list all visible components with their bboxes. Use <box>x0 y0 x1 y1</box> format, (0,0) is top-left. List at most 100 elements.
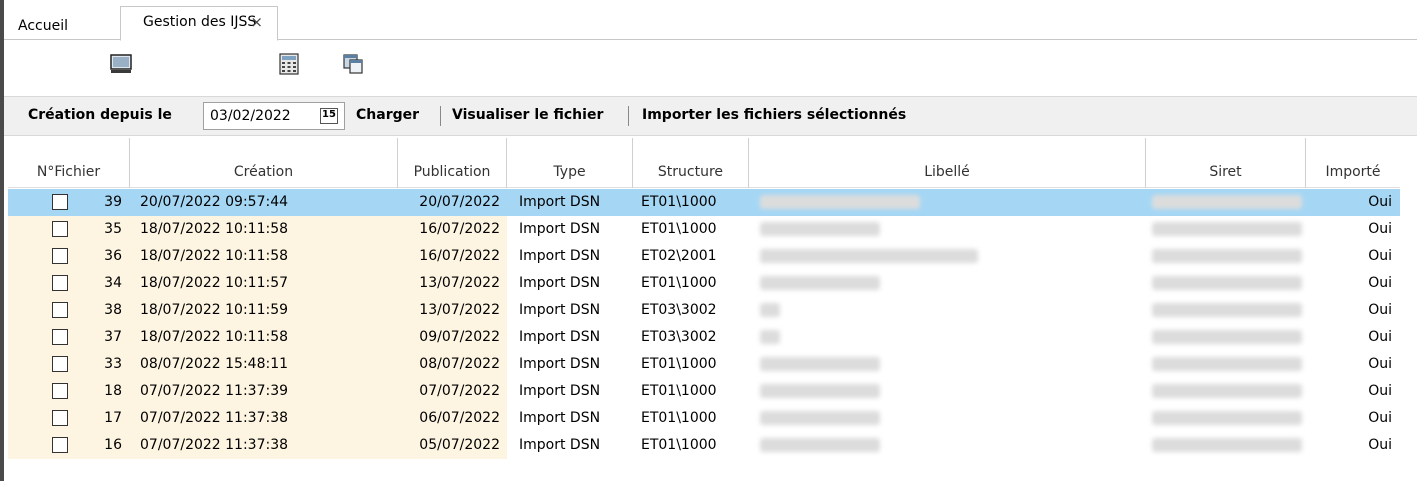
tab-gestion-ijss[interactable]: Gestion des IJSS × <box>120 6 278 41</box>
cell-publication: 16/07/2022 <box>419 248 500 264</box>
column-header-publication[interactable]: Publication <box>398 138 507 188</box>
cell-numero: 39 <box>104 194 122 210</box>
column-header-structure[interactable]: Structure <box>633 138 749 188</box>
calendar-icon[interactable]: 15 <box>320 108 338 124</box>
cell-publication: 09/07/2022 <box>419 329 500 345</box>
cell-importe: Oui <box>1368 437 1392 453</box>
cell-libelle-redacted <box>760 222 880 236</box>
cell-creation: 07/07/2022 11:37:38 <box>140 410 289 426</box>
table-row[interactable]: 39 20/07/2022 09:57:44 20/07/2022 Import DS… <box>8 189 1400 216</box>
cell-type: Import DSN <box>519 275 601 291</box>
cell-publication: 13/07/2022 <box>419 275 500 291</box>
view-file-button[interactable]: Visualiser le fichier <box>452 107 603 123</box>
cell-structure: ET01\1000 <box>641 383 717 399</box>
column-header-type[interactable]: Type <box>507 138 633 188</box>
cell-numero: 34 <box>104 275 122 291</box>
cell-creation: 18/07/2022 10:11:58 <box>140 329 289 345</box>
toolbar-separator <box>440 106 441 126</box>
filter-bar: Création depuis le 03/02/2022 15 Charger… <box>4 96 1417 136</box>
column-header-creation[interactable]: Création <box>130 138 398 188</box>
windows-icon[interactable] <box>342 53 364 75</box>
cell-importe: Oui <box>1368 194 1392 210</box>
cell-importe: Oui <box>1368 383 1392 399</box>
row-checkbox[interactable] <box>52 302 68 318</box>
creation-date-value: 03/02/2022 <box>210 108 291 124</box>
close-icon[interactable]: × <box>250 7 263 37</box>
cell-importe: Oui <box>1368 302 1392 318</box>
monitor-icon[interactable] <box>110 53 132 75</box>
cell-numero: 17 <box>104 410 122 426</box>
cell-siret-redacted <box>1152 249 1302 263</box>
row-checkbox[interactable] <box>52 329 68 345</box>
cell-publication: 06/07/2022 <box>419 410 500 426</box>
cell-siret-redacted <box>1152 303 1302 317</box>
table-header: N°Fichier Création Publication Type Stru… <box>8 138 1400 188</box>
creation-date-field[interactable]: 03/02/2022 15 <box>203 102 345 130</box>
row-checkbox[interactable] <box>52 248 68 264</box>
row-checkbox[interactable] <box>52 194 68 210</box>
table-row[interactable]: 38 18/07/2022 10:11:59 13/07/2022 Import DS… <box>8 297 1400 324</box>
cell-importe: Oui <box>1368 248 1392 264</box>
cell-libelle-redacted <box>760 249 978 263</box>
cell-libelle-redacted <box>760 438 880 452</box>
table-row[interactable]: 34 18/07/2022 10:11:57 13/07/2022 Import DS… <box>8 270 1400 297</box>
column-header-siret[interactable]: Siret <box>1146 138 1306 188</box>
table-row[interactable]: 33 08/07/2022 15:48:11 08/07/2022 Import DS… <box>8 351 1400 378</box>
cell-importe: Oui <box>1368 221 1392 237</box>
cell-libelle-redacted <box>760 303 780 317</box>
cell-publication: 20/07/2022 <box>419 194 500 210</box>
cell-creation: 20/07/2022 09:57:44 <box>140 194 289 210</box>
cell-structure: ET03\3002 <box>641 302 717 318</box>
cell-importe: Oui <box>1368 356 1392 372</box>
cell-creation: 18/07/2022 10:11:58 <box>140 221 289 237</box>
cell-siret-redacted <box>1152 330 1302 344</box>
cell-creation: 07/07/2022 11:37:38 <box>140 437 289 453</box>
tab-gestion-ijss-label: Gestion des IJSS <box>143 14 257 30</box>
table-row[interactable]: 36 18/07/2022 10:11:58 16/07/2022 Import DS… <box>8 243 1400 270</box>
cell-type: Import DSN <box>519 410 601 426</box>
cell-importe: Oui <box>1368 275 1392 291</box>
table-row[interactable]: 37 18/07/2022 10:11:58 09/07/2022 Import DS… <box>8 324 1400 351</box>
cell-libelle-redacted <box>760 330 780 344</box>
table-row[interactable]: 17 07/07/2022 11:37:38 06/07/2022 Import DS… <box>8 405 1400 432</box>
table-row[interactable]: 16 07/07/2022 11:37:38 05/07/2022 Import DS… <box>8 432 1400 459</box>
cell-structure: ET03\3002 <box>641 329 717 345</box>
icon-toolbar <box>4 41 1417 95</box>
tab-accueil[interactable]: Accueil <box>8 12 78 40</box>
cell-numero: 36 <box>104 248 122 264</box>
cell-publication: 16/07/2022 <box>419 221 500 237</box>
cell-type: Import DSN <box>519 221 601 237</box>
cell-numero: 33 <box>104 356 122 372</box>
import-selected-button[interactable]: Importer les fichiers sélectionnés <box>642 107 906 123</box>
calculator-icon[interactable] <box>278 53 300 75</box>
tab-bar: Accueil Gestion des IJSS × <box>4 0 1417 41</box>
cell-creation: 18/07/2022 10:11:57 <box>140 275 289 291</box>
cell-creation: 08/07/2022 15:48:11 <box>140 356 289 372</box>
cell-siret-redacted <box>1152 195 1302 209</box>
cell-numero: 35 <box>104 221 122 237</box>
cell-type: Import DSN <box>519 383 601 399</box>
row-checkbox[interactable] <box>52 383 68 399</box>
column-header-importe[interactable]: Importé <box>1306 138 1400 188</box>
load-button[interactable]: Charger <box>356 107 419 123</box>
cell-siret-redacted <box>1152 222 1302 236</box>
cell-libelle-redacted <box>760 384 880 398</box>
cell-siret-redacted <box>1152 357 1302 371</box>
row-checkbox[interactable] <box>52 437 68 453</box>
table-row[interactable]: 18 07/07/2022 11:37:39 07/07/2022 Import DS… <box>8 378 1400 405</box>
column-header-numero[interactable]: N°Fichier <box>8 138 130 188</box>
row-checkbox[interactable] <box>52 410 68 426</box>
cell-type: Import DSN <box>519 302 601 318</box>
row-checkbox[interactable] <box>52 275 68 291</box>
cell-importe: Oui <box>1368 410 1392 426</box>
cell-siret-redacted <box>1152 276 1302 290</box>
cell-type: Import DSN <box>519 356 601 372</box>
cell-publication: 07/07/2022 <box>419 383 500 399</box>
table-row[interactable]: 35 18/07/2022 10:11:58 16/07/2022 Import DS… <box>8 216 1400 243</box>
row-checkbox[interactable] <box>52 221 68 237</box>
cell-siret-redacted <box>1152 438 1302 452</box>
row-checkbox[interactable] <box>52 356 68 372</box>
cell-type: Import DSN <box>519 248 601 264</box>
column-header-libelle[interactable]: Libellé <box>749 138 1146 188</box>
cell-publication: 08/07/2022 <box>419 356 500 372</box>
